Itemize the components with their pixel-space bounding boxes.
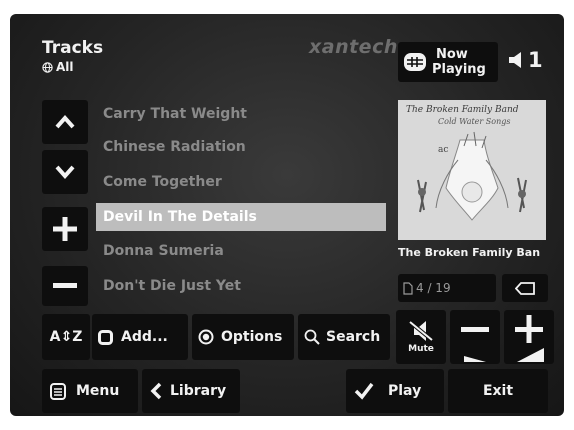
mute-icon <box>408 320 434 342</box>
speaker-icon <box>509 52 523 68</box>
sort-button[interactable]: A⇕Z <box>42 314 90 360</box>
now-playing-button[interactable]: Now Playing <box>398 42 498 82</box>
list-item[interactable]: Chinese Radiation <box>96 133 386 161</box>
search-icon <box>304 329 320 345</box>
now-playing-label-line1: Now <box>436 47 468 62</box>
play-button[interactable]: Play <box>346 369 444 413</box>
list-item[interactable]: Carry That Weight <box>96 100 386 128</box>
checkmark-icon <box>354 382 374 400</box>
filter-indicator[interactable]: All <box>42 60 74 74</box>
track-title: Donna Sumeria <box>103 243 224 259</box>
library-label: Library <box>170 383 227 399</box>
track-title: Don't Die Just Yet <box>103 278 241 294</box>
list-item[interactable]: Don't Die Just Yet <box>96 272 386 300</box>
chevron-down-icon <box>55 165 75 179</box>
menu-button[interactable]: Menu <box>42 369 138 413</box>
track-title: Come Together <box>103 174 222 190</box>
play-label: Play <box>388 383 422 399</box>
sort-label: A⇕Z <box>49 329 83 345</box>
volume-down-button[interactable] <box>450 310 500 364</box>
page-title: Tracks <box>42 38 104 58</box>
album-art: The Broken Family Band Cold Water Songs … <box>398 100 546 240</box>
now-playing-icon <box>404 53 426 71</box>
chevron-left-icon <box>150 382 162 400</box>
minus-icon <box>53 283 77 289</box>
volume-up-icon <box>504 310 554 364</box>
list-item[interactable]: Donna Sumeria <box>96 237 386 265</box>
track-title: Carry That Weight <box>103 106 247 122</box>
add-label: Add... <box>121 329 168 345</box>
list-item[interactable]: Come Together <box>96 168 386 196</box>
plus-icon <box>53 217 77 241</box>
backspace-button[interactable] <box>502 274 548 302</box>
square-icon <box>98 329 113 345</box>
mute-button[interactable]: Mute <box>396 310 446 364</box>
scroll-up-button[interactable] <box>42 100 88 144</box>
add-button[interactable]: Add... <box>92 314 188 360</box>
menu-label: Menu <box>76 383 120 399</box>
search-button[interactable]: Search <box>298 314 390 360</box>
library-button[interactable]: Library <box>142 369 240 413</box>
album-art-illustration: ac <box>417 131 527 221</box>
zone-number: 1 <box>528 48 543 72</box>
backspace-icon <box>515 281 535 295</box>
exit-label: Exit <box>482 383 514 399</box>
page-position: 4 / 19 <box>416 281 451 295</box>
track-title: Devil In The Details <box>103 209 257 225</box>
radio-icon <box>198 329 214 345</box>
globe-icon <box>42 61 53 73</box>
options-button[interactable]: Options <box>192 314 294 360</box>
list-item-selected[interactable]: Devil In The Details <box>96 203 386 231</box>
volume-zone: 1 <box>509 48 543 72</box>
exit-button[interactable]: Exit <box>448 369 548 413</box>
volume-up-button[interactable] <box>504 310 554 364</box>
menu-icon <box>50 382 66 400</box>
page-indicator: 4 / 19 <box>398 274 496 302</box>
album-artist-caption: The Broken Family Ban <box>398 246 541 259</box>
now-playing-label-line2: Playing <box>432 62 486 77</box>
brand-logo: xantech <box>309 36 398 58</box>
options-label: Options <box>221 329 283 345</box>
page-up-button[interactable] <box>42 207 88 251</box>
svg-text:ac: ac <box>438 145 448 155</box>
search-label: Search <box>326 329 381 345</box>
scroll-down-button[interactable] <box>42 150 88 194</box>
track-title: Chinese Radiation <box>103 139 246 155</box>
filter-label: All <box>56 60 74 74</box>
document-icon <box>403 281 413 295</box>
page-down-button[interactable] <box>42 266 88 306</box>
chevron-up-icon <box>55 115 75 129</box>
volume-down-icon <box>450 310 500 364</box>
mute-label: Mute <box>408 344 434 354</box>
media-panel: Tracks All xantech Now Playing 1 Carry T… <box>10 14 564 416</box>
